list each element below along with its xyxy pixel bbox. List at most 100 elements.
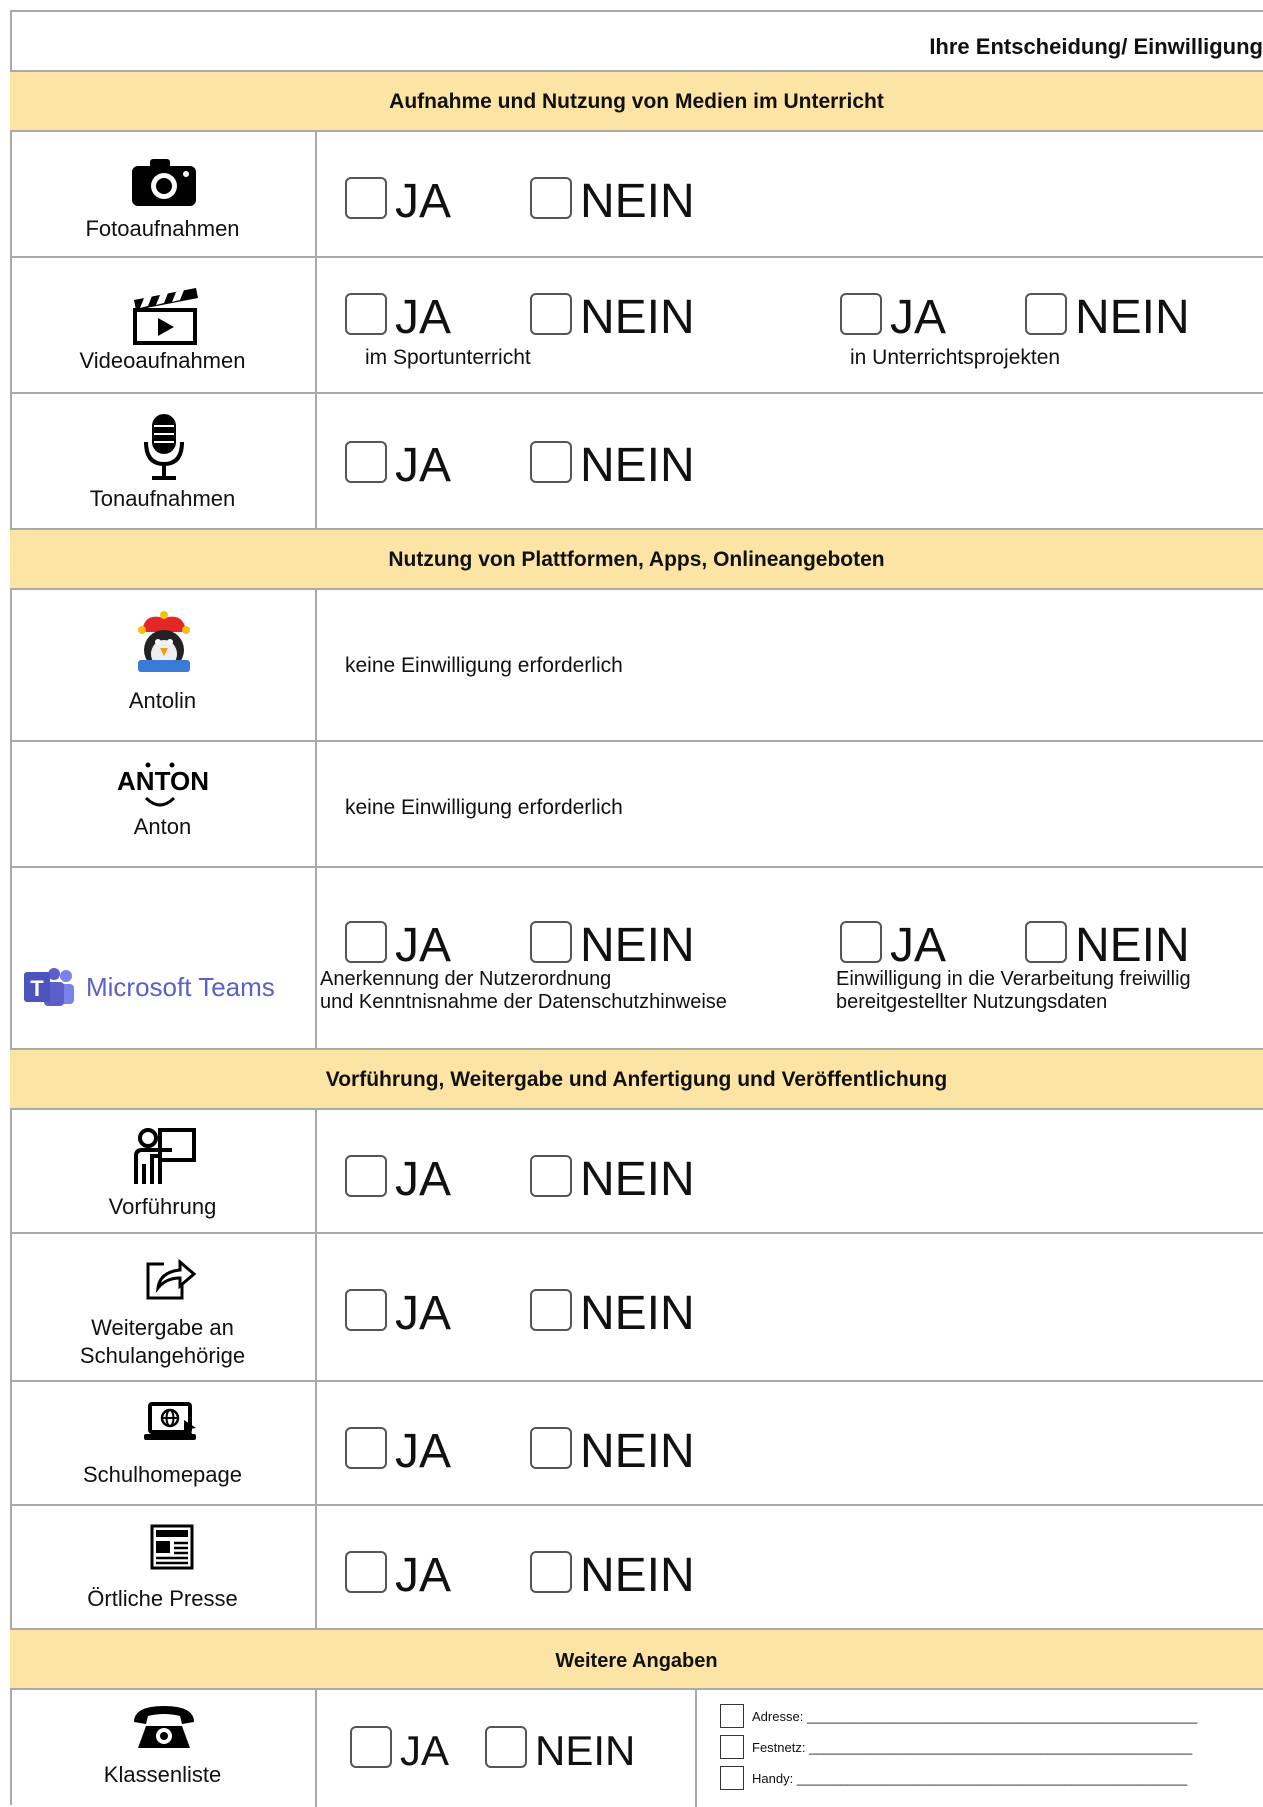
- ja-checkbox[interactable]: JA: [345, 1286, 451, 1338]
- checkbox-box[interactable]: [345, 293, 387, 335]
- svg-text:ANTON: ANTON: [117, 766, 209, 796]
- checkbox-box[interactable]: [485, 1726, 527, 1768]
- checkbox-box[interactable]: [345, 921, 387, 963]
- handy-field[interactable]: Handy: _________________________________…: [752, 1771, 1187, 1786]
- checkbox-box[interactable]: [1025, 921, 1067, 963]
- ja-checkbox[interactable]: JA: [345, 1424, 451, 1476]
- teams-logo-text: Microsoft Teams: [86, 971, 275, 1002]
- camera-icon: [132, 159, 196, 206]
- handy-checkbox[interactable]: Handy: _________________________________…: [720, 1766, 1187, 1790]
- row-video: Videoaufnahmen JA NEIN im Sportunterrich…: [10, 256, 1263, 394]
- nein-checkbox[interactable]: NEIN: [530, 174, 695, 226]
- row-label: Schulhomepage: [82, 1462, 242, 1487]
- section-header-publish: Vorführung, Weitergabe und Anfertigung u…: [10, 1048, 1263, 1108]
- ja-checkbox-projekte[interactable]: JA: [840, 290, 946, 342]
- nein-checkbox-nutzungsdaten[interactable]: NEIN: [1025, 918, 1190, 970]
- row-teams: T Microsoft Teams JA NEIN Anerkennung de…: [10, 866, 1263, 1050]
- teams-logo-icon: T: [24, 968, 74, 1006]
- ja-checkbox[interactable]: JA: [350, 1726, 449, 1772]
- checkbox-box[interactable]: [1025, 293, 1067, 335]
- row-homepage: Schulhomepage JA NEIN: [10, 1380, 1263, 1506]
- ja-checkbox[interactable]: JA: [345, 1152, 451, 1204]
- row-vorfuehrung: Vorführung JA NEIN: [10, 1108, 1263, 1234]
- nein-checkbox-projekte[interactable]: NEIN: [1025, 290, 1190, 342]
- section-title: Weitere Angaben: [555, 1650, 718, 1672]
- adresse-checkbox[interactable]: Adresse: _______________________________…: [720, 1704, 1197, 1728]
- checkbox-box[interactable]: [530, 293, 572, 335]
- ja-checkbox-nutzerordnung[interactable]: JA: [345, 918, 451, 970]
- ja-checkbox-sport[interactable]: JA: [345, 290, 451, 342]
- festnetz-checkbox[interactable]: Festnetz: ______________________________…: [720, 1735, 1192, 1759]
- section-header-further: Weitere Angaben: [10, 1628, 1263, 1688]
- checkbox-box[interactable]: [345, 1289, 387, 1331]
- ja-checkbox[interactable]: JA: [345, 1548, 451, 1600]
- nein-checkbox[interactable]: NEIN: [530, 438, 695, 490]
- microphone-icon: [144, 414, 184, 480]
- checkbox-box[interactable]: [345, 1155, 387, 1197]
- checkbox-box[interactable]: [345, 177, 387, 219]
- festnetz-field[interactable]: Festnetz: ______________________________…: [752, 1740, 1192, 1755]
- checkbox-box[interactable]: [530, 921, 572, 963]
- row-antolin: Antolin keine Einwilligung erforderlich: [10, 588, 1263, 742]
- checkbox-box[interactable]: [720, 1735, 744, 1759]
- nein-checkbox[interactable]: NEIN: [530, 1548, 695, 1600]
- nein-checkbox[interactable]: NEIN: [485, 1726, 635, 1772]
- checkbox-box[interactable]: [345, 1551, 387, 1593]
- row-label: Fotoaufnahmen: [85, 216, 240, 241]
- checkbox-box[interactable]: [530, 441, 572, 483]
- checkbox-box[interactable]: [840, 293, 882, 335]
- checkbox-box[interactable]: [840, 921, 882, 963]
- ja-checkbox[interactable]: JA: [345, 438, 451, 490]
- adresse-field[interactable]: Adresse: _______________________________…: [752, 1709, 1197, 1724]
- row-presse: Örtliche Presse JA NEIN: [10, 1504, 1263, 1630]
- telephone-icon: [134, 1706, 194, 1748]
- checkbox-box[interactable]: [350, 1726, 392, 1768]
- row-klassenliste: Klassenliste JA NEIN Adresse: __________…: [10, 1688, 1263, 1807]
- checkbox-box[interactable]: [530, 177, 572, 219]
- checkbox-box[interactable]: [720, 1704, 744, 1728]
- teams-logo: T Microsoft Teams: [24, 966, 275, 1008]
- nein-checkbox-sport[interactable]: NEIN: [530, 290, 695, 342]
- row-label: Antolin: [128, 688, 197, 713]
- section-title: Aufnahme und Nutzung von Medien im Unter…: [389, 90, 884, 113]
- title-row: Ihre Entscheidung/ Einwilligung: [10, 10, 1263, 70]
- checkbox-box[interactable]: [345, 441, 387, 483]
- nein-checkbox[interactable]: NEIN: [530, 1286, 695, 1338]
- section-title: Nutzung von Plattformen, Apps, Onlineang…: [388, 548, 885, 571]
- nein-checkbox[interactable]: NEIN: [530, 1152, 695, 1204]
- row-label: Vorführung: [108, 1194, 217, 1219]
- nein-checkbox[interactable]: NEIN: [530, 1424, 695, 1476]
- antolin-penguin-icon: [138, 611, 190, 672]
- row-weitergabe: Weitergabe an Schulangehörige JA NEIN: [10, 1232, 1263, 1382]
- row-foto: Fotoaufnahmen JA NEIN: [10, 130, 1263, 258]
- note-text: keine Einwilligung erforderlich: [345, 654, 623, 677]
- row-label: Tonaufnahmen: [89, 486, 236, 511]
- share-icon: [146, 1258, 196, 1300]
- section-header-platforms: Nutzung von Plattformen, Apps, Onlineang…: [10, 528, 1263, 588]
- ja-checkbox-nutzungsdaten[interactable]: JA: [840, 918, 946, 970]
- presentation-icon: [134, 1128, 196, 1184]
- svg-text:T: T: [30, 976, 44, 1001]
- checkbox-box[interactable]: [530, 1551, 572, 1593]
- nein-checkbox-nutzerordnung[interactable]: NEIN: [530, 918, 695, 970]
- checkbox-box[interactable]: [530, 1155, 572, 1197]
- clapperboard-icon: [133, 288, 198, 345]
- section-title: Vorführung, Weitergabe und Anfertigung u…: [325, 1068, 948, 1091]
- sub-label: Einwilligung in die Verarbeitung freiwil…: [836, 968, 1191, 1013]
- anton-logo-icon: ANTON: [10, 760, 315, 817]
- ja-checkbox[interactable]: JA: [345, 174, 451, 226]
- row-label: Örtliche Presse: [87, 1586, 238, 1611]
- checkbox-box[interactable]: [345, 1427, 387, 1469]
- row-label: Videoaufnahmen: [79, 348, 246, 373]
- row-label: Weitergabe an Schulangehörige: [79, 1315, 246, 1368]
- checkbox-box[interactable]: [720, 1766, 744, 1790]
- checkbox-box[interactable]: [530, 1427, 572, 1469]
- sub-label: Anerkennung der Nutzerordnung und Kenntni…: [320, 968, 727, 1013]
- sub-label: im Sportunterricht: [365, 346, 531, 369]
- row-label: Anton: [133, 814, 192, 839]
- checkbox-box[interactable]: [530, 1289, 572, 1331]
- web-laptop-icon: [144, 1402, 196, 1440]
- note-text: keine Einwilligung erforderlich: [345, 796, 623, 819]
- row-ton: Tonaufnahmen JA NEIN: [10, 392, 1263, 530]
- sub-label: in Unterrichtsprojekten: [850, 346, 1061, 369]
